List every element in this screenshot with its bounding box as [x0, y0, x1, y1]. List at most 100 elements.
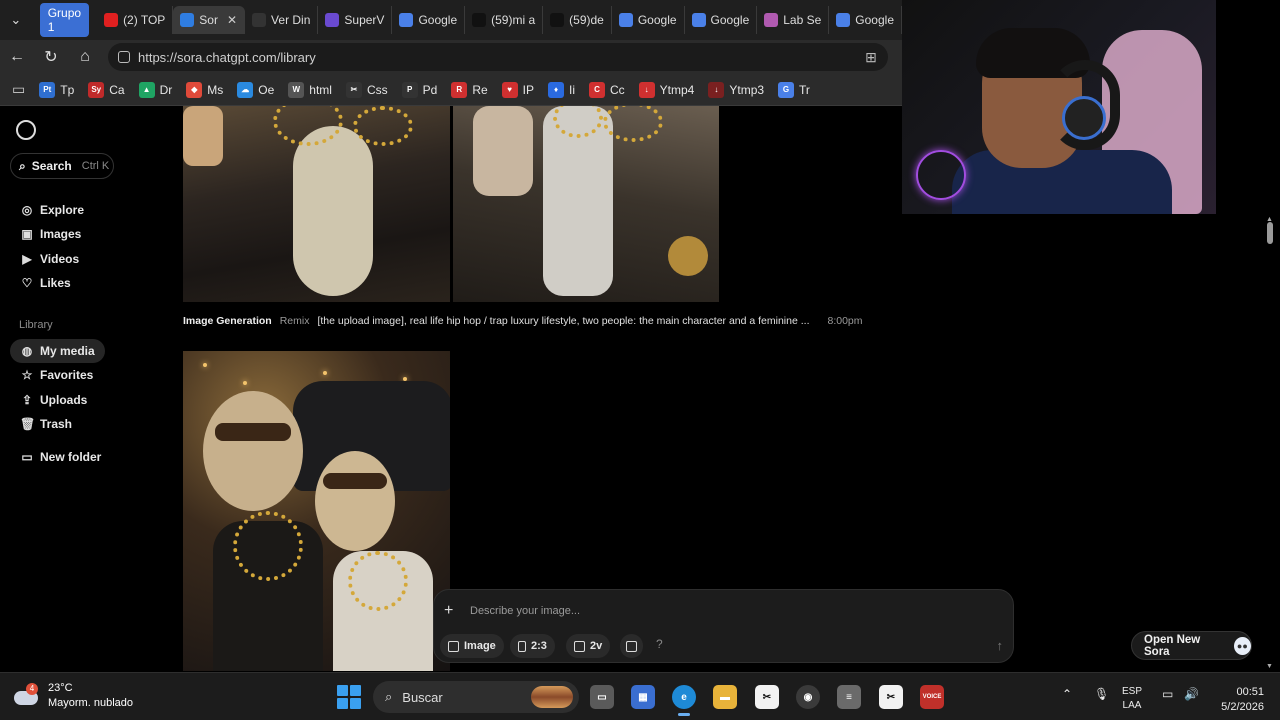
browser-tab[interactable]: Sor ✕ — [173, 6, 246, 34]
weather-widget[interactable]: 4 23°C Mayorm. nublado — [14, 681, 133, 711]
close-tab-icon[interactable]: ✕ — [227, 13, 237, 27]
submit-arrow-icon[interactable]: ↑ — [997, 638, 1004, 653]
media-caption: Image Generation Remix [the upload image… — [183, 315, 863, 327]
bookmark[interactable]: Whtml — [288, 81, 332, 98]
bookmark[interactable]: ↓ Ytmp4 — [638, 81, 694, 98]
add-attachment-icon[interactable]: + — [444, 602, 453, 620]
sora-mascot-icon: ●● — [1233, 636, 1251, 655]
sidebar-item-favorites[interactable]: ☆ Favorites — [10, 363, 103, 387]
bookmarks-menu-icon[interactable]: ▭ — [12, 81, 25, 98]
microphone-icon[interactable]: 🎙 — [1094, 687, 1109, 701]
weather-badge: 4 — [26, 683, 38, 695]
windows-start-icon[interactable] — [337, 685, 361, 709]
variations-button[interactable]: 2v — [566, 634, 611, 658]
store-icon[interactable]: ▦ — [631, 685, 655, 709]
volume-icon[interactable]: 🔊 — [1184, 687, 1199, 701]
scroll-thumb[interactable] — [1267, 222, 1273, 244]
sidebar-item-likes[interactable]: ♡ Likes — [10, 271, 81, 295]
bookmark-favicon-icon: R — [451, 81, 468, 98]
bookmark[interactable]: ♥ IP — [501, 81, 534, 98]
home-icon[interactable]: ⌂ — [68, 40, 102, 74]
capcut-icon[interactable]: ✂ — [755, 685, 779, 709]
voicemeeter-icon[interactable]: VOICE — [920, 685, 944, 709]
bookmark[interactable]: R Re — [451, 81, 488, 98]
clock-date: 5/2/2026 — [1221, 701, 1264, 713]
presets-button[interactable] — [620, 634, 643, 658]
back-arrow-icon[interactable]: ← — [0, 40, 34, 74]
browser-tab[interactable]: (59)de — [543, 6, 612, 34]
obs-icon[interactable]: ◉ — [796, 685, 820, 709]
sidebar-item-trash[interactable]: 🗑 Trash — [10, 412, 82, 436]
gold-chain — [353, 106, 413, 146]
search-icon: ⌕ — [385, 689, 393, 704]
search-button[interactable]: ⌕ Search Ctrl K — [10, 153, 114, 179]
help-icon[interactable]: ? — [656, 637, 663, 651]
media-type-button[interactable]: Image — [440, 634, 504, 658]
bookmark[interactable]: G Tr — [778, 81, 810, 98]
bookmark[interactable]: ♦ Ii — [548, 81, 575, 98]
browser-tab[interactable]: (59)mi a — [465, 6, 544, 34]
file-explorer-icon[interactable]: ▬ — [713, 685, 737, 709]
bookmark[interactable]: ☁ Oe — [237, 81, 274, 98]
bookmark-favicon-icon: C — [589, 81, 605, 98]
site-info-icon[interactable] — [118, 51, 130, 63]
browser-tab[interactable]: Google — [392, 6, 466, 34]
tab-list-dropdown-icon[interactable]: ⌄ — [6, 7, 26, 33]
edge-browser-icon[interactable]: e — [672, 685, 696, 716]
sloth-head-2 — [315, 451, 395, 551]
sidebar-item-explore[interactable]: ◎ Explore — [10, 198, 94, 222]
image-icon: ▣ — [21, 227, 33, 242]
bookmark-favicon-icon: Pt — [39, 81, 56, 98]
tab-group-chip[interactable]: Grupo 1 — [39, 3, 90, 37]
sidebar-item-videos[interactable]: ▶ Videos — [10, 247, 89, 271]
sunglasses — [215, 423, 291, 441]
bookmark[interactable]: ↓ Ytmp3 — [708, 81, 764, 98]
scroll-down-icon[interactable]: ▼ — [1266, 663, 1273, 670]
bookmark[interactable]: ✂ Css — [345, 81, 388, 98]
task-view-icon[interactable]: ▭ — [590, 685, 614, 709]
split-view-icon[interactable]: ⊞ — [854, 49, 888, 66]
browser-tab[interactable]: Ver Din — [245, 6, 319, 34]
bookmark-favicon-icon: ↓ — [708, 81, 725, 98]
bookmark-label: html — [309, 82, 332, 97]
bookmark[interactable]: Pt Tp — [39, 81, 74, 98]
input-language[interactable]: ESP LAA — [1122, 685, 1142, 713]
page-scrollbar[interactable]: ▲ ▼ — [1264, 214, 1276, 672]
generation-prompt[interactable]: [the upload image], real life hip hop / … — [317, 315, 809, 327]
network-icon[interactable]: ▭ — [1162, 687, 1173, 701]
generated-image-1[interactable] — [183, 106, 450, 302]
sidebar-item-uploads[interactable]: ⇪ Uploads — [10, 388, 97, 412]
bookmark[interactable]: ▲ Dr — [138, 81, 172, 98]
bookmark[interactable]: ◆ Ms — [186, 81, 223, 98]
generated-image-2[interactable] — [453, 106, 719, 302]
taskbar-search[interactable]: ⌕ Buscar — [373, 681, 579, 713]
bookmark[interactable]: C Cc — [589, 81, 625, 98]
address-bar[interactable]: https://sora.chatgpt.com/library ⊞ — [108, 43, 888, 71]
show-hidden-icons-icon[interactable]: ⌃ — [1062, 687, 1072, 701]
system-clock[interactable]: 00:51 5/2/2026 — [1212, 685, 1264, 715]
browser-tab[interactable]: Google — [829, 6, 902, 34]
openai-logo-icon[interactable] — [16, 120, 36, 140]
aspect-ratio-label: 2:3 — [531, 640, 547, 652]
bookmark-label: Re — [472, 82, 488, 97]
lab-icon — [764, 13, 779, 27]
generated-image-3[interactable] — [183, 351, 450, 671]
mixer-app-icon[interactable]: ≡ — [837, 685, 861, 709]
browser-tab[interactable]: Google — [612, 6, 685, 34]
open-new-sora-button[interactable]: Open New Sora ●● — [1131, 631, 1252, 660]
browser-tab[interactable]: (2) TOP — [97, 6, 174, 34]
sidebar-item-my-media[interactable]: ◍ My media — [10, 339, 105, 363]
capcut-icon[interactable]: ✂ — [879, 685, 903, 709]
cloud-icon: 4 — [14, 683, 40, 707]
new-folder-button[interactable]: ▭ New folder — [10, 445, 111, 469]
reload-icon[interactable]: ↻ — [34, 40, 68, 74]
sidebar-item-images[interactable]: ▣ Images — [10, 222, 91, 246]
browser-tab[interactable]: Lab Se — [757, 6, 830, 34]
browser-tab[interactable]: SuperV — [318, 6, 393, 34]
prompt-input[interactable]: Describe your image... — [470, 605, 580, 617]
bookmark[interactable]: P Pd — [401, 81, 437, 98]
tab-label: (2) TOP — [123, 13, 166, 27]
aspect-ratio-button[interactable]: 2:3 — [510, 634, 555, 658]
bookmark[interactable]: Sy Ca — [88, 81, 125, 98]
browser-tab[interactable]: Google — [685, 6, 758, 34]
